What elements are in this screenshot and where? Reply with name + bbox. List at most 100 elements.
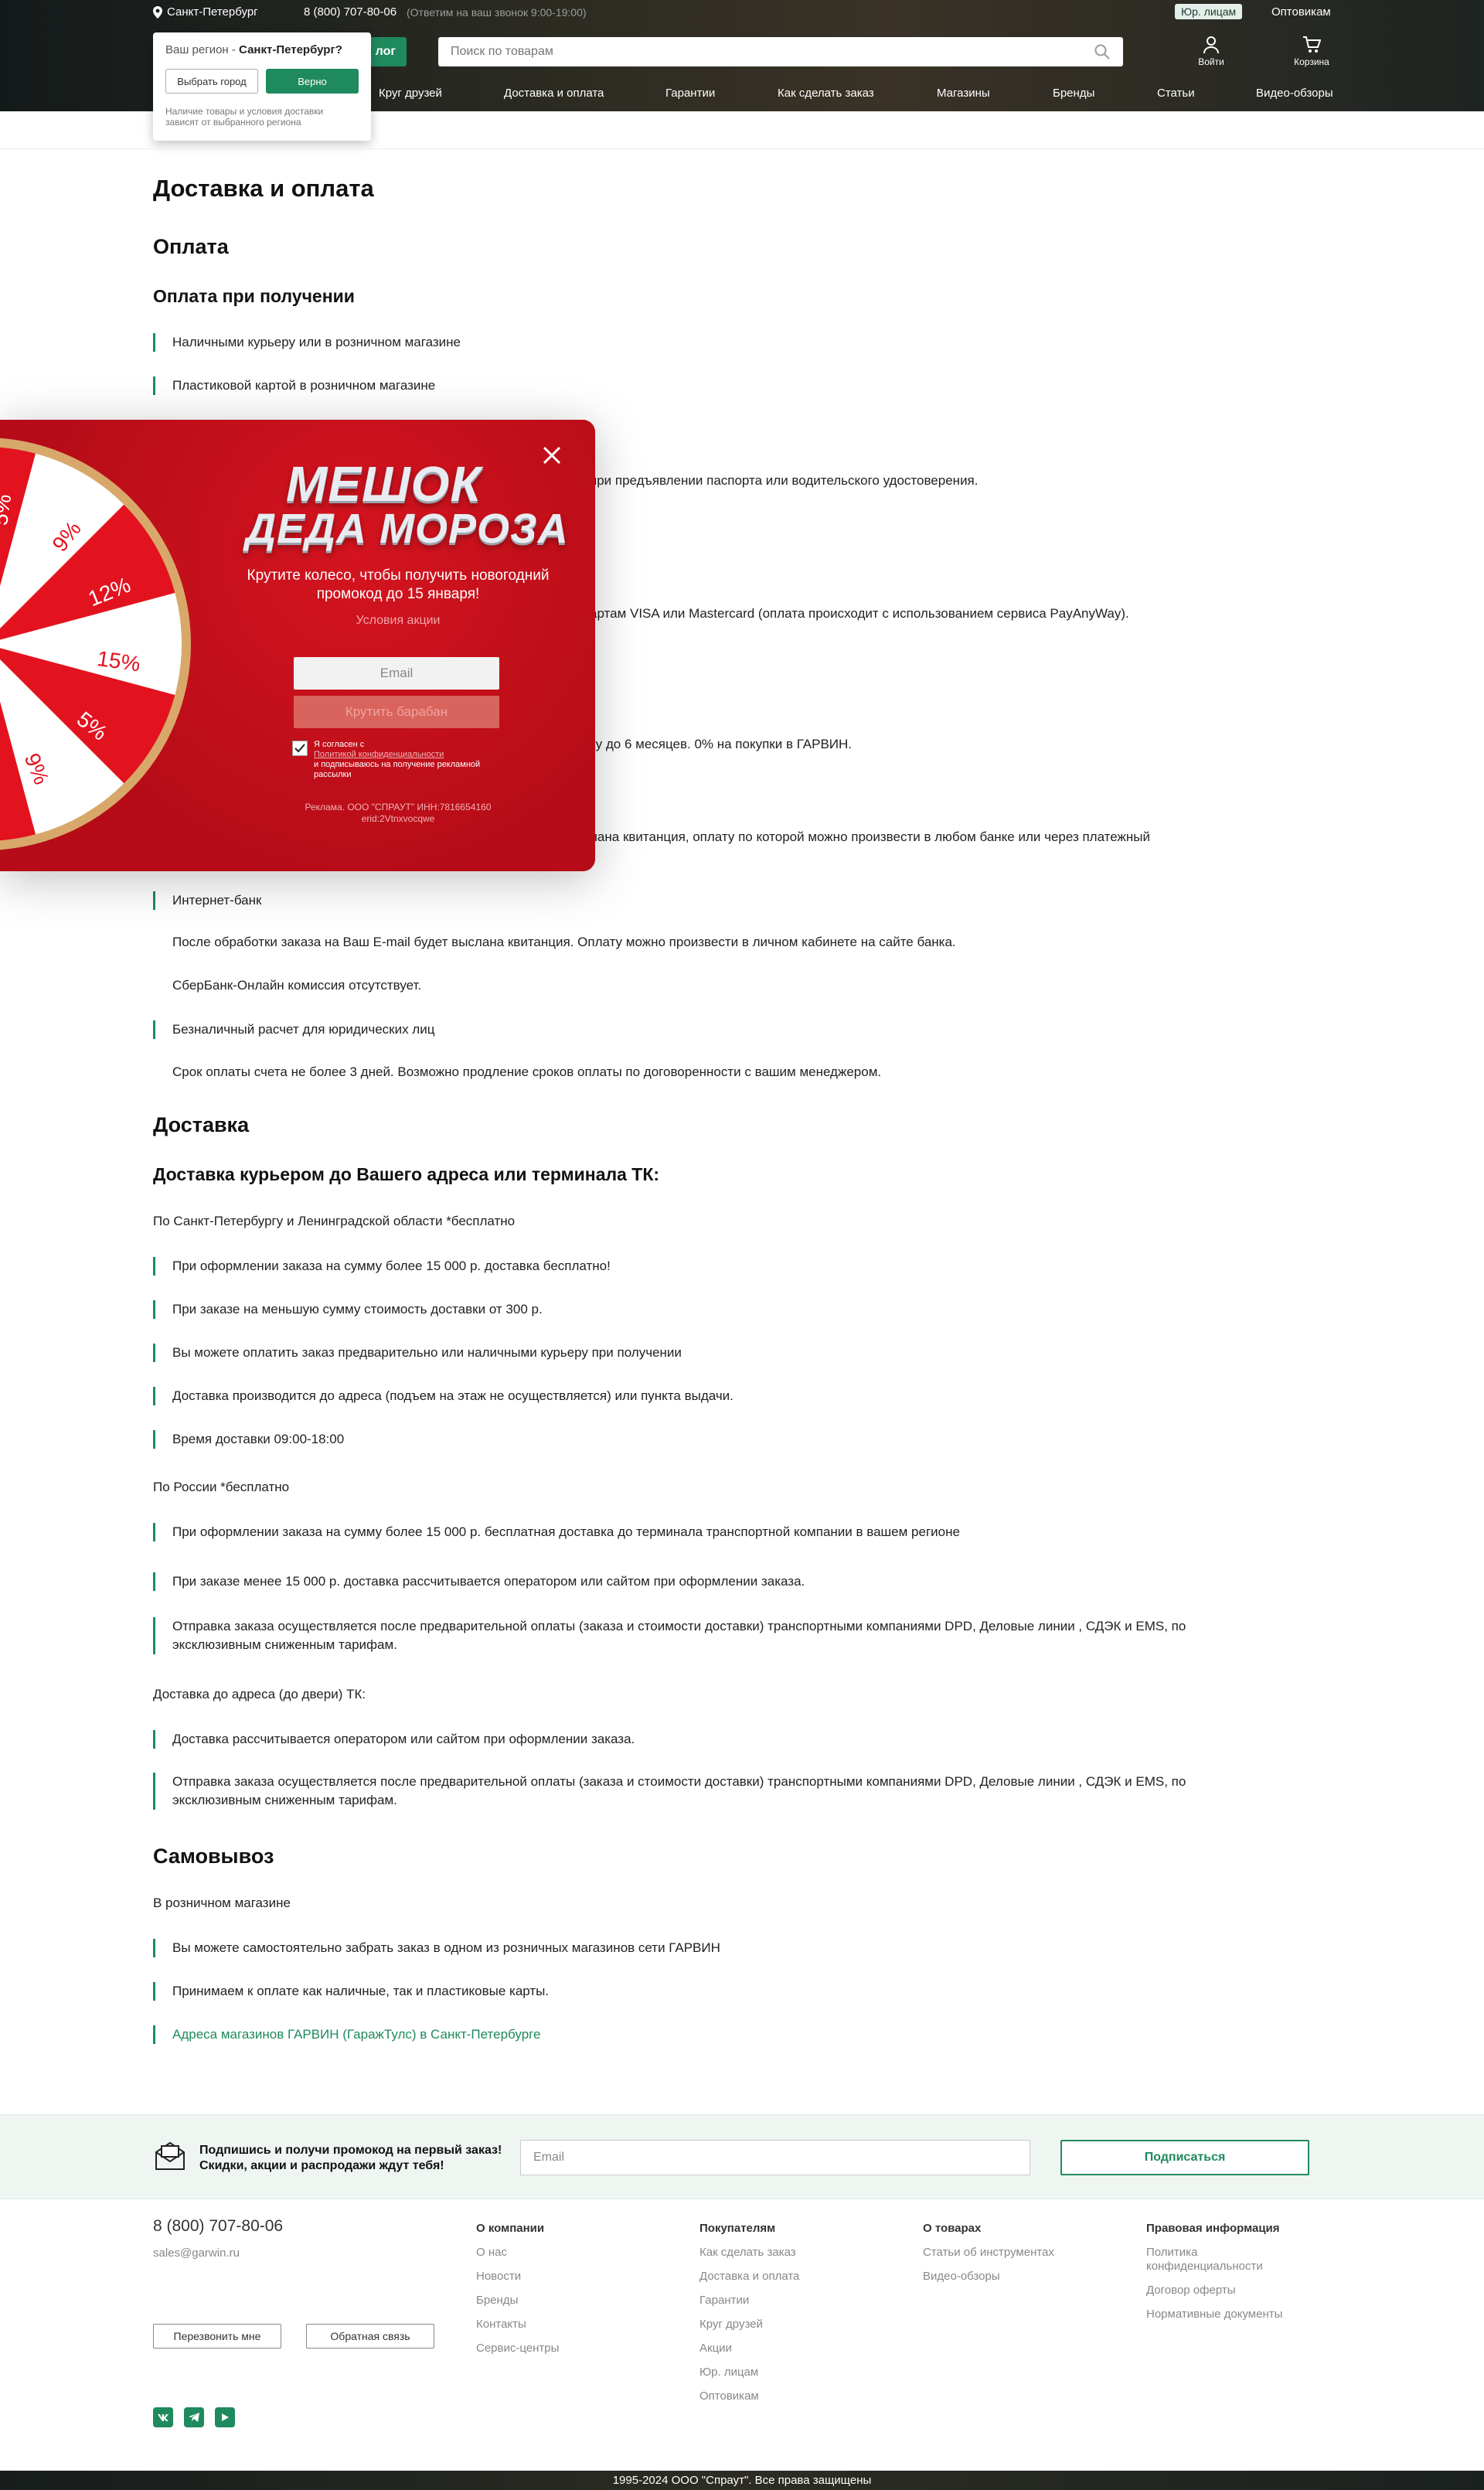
partial-text: ку до 6 месяцев. 0% на покупки в ГАРВИН. <box>590 737 853 751</box>
cart-label: Корзина <box>1294 56 1329 67</box>
footer-link[interactable]: Гарантии <box>699 2294 870 2308</box>
close-icon[interactable] <box>541 445 563 466</box>
footer-link[interactable]: Контакты <box>476 2318 631 2332</box>
location-pin-icon <box>153 5 162 19</box>
cashless-text: Срок оплаты счета не более 3 дней. Возмо… <box>172 1064 882 1079</box>
region-question: Ваш регион - Санкт-Петербург? <box>165 43 342 56</box>
delivery-heading: Доставка <box>153 1113 250 1136</box>
region-selector[interactable]: Санкт-Петербург <box>153 5 258 19</box>
search-input[interactable] <box>451 45 1094 59</box>
footer-col-legal: Правовая информация Политика конфиденциа… <box>1146 2222 1301 2332</box>
header-divider <box>0 148 1484 149</box>
copyright-bar: 1995-2024 ООО "Спраут". Все права защище… <box>0 2471 1484 2490</box>
region-note: Наличие товары и условия доставки завися… <box>165 106 324 128</box>
footer-col-buyers: Покупателям Как сделать заказ Доставка и… <box>699 2222 870 2413</box>
nav-item-delivery[interactable]: Доставка и оплата <box>504 87 604 100</box>
consent-checkbox[interactable] <box>292 741 308 756</box>
telegram-icon[interactable] <box>184 2407 204 2427</box>
footer-link[interactable]: Новости <box>476 2270 631 2284</box>
nav-item-warranty[interactable]: Гарантии <box>665 87 715 100</box>
user-icon <box>1203 36 1219 54</box>
list-item: Вы можете самостоятельно забрать заказ в… <box>153 1939 720 1957</box>
footer-link[interactable]: Бренды <box>476 2294 631 2308</box>
list-item: При оформлении заказа на сумму более 15 … <box>153 1257 611 1276</box>
spin-button[interactable]: Крутить барабан <box>294 696 499 728</box>
checkmark-icon <box>294 744 305 753</box>
cart-button[interactable]: Корзина <box>1285 36 1339 67</box>
subscribe-email-input[interactable]: Email <box>520 2140 1030 2175</box>
list-item: Отправка заказа осуществляется после пре… <box>153 1617 1235 1654</box>
list-item: При оформлении заказа на сумму более 15 … <box>153 1523 960 1541</box>
search-bar[interactable] <box>438 37 1123 66</box>
nav-item-video-reviews[interactable]: Видео-обзоры <box>1256 87 1333 100</box>
list-item: При заказе на меньшую сумму стоимость до… <box>153 1300 543 1319</box>
top-bar: Санкт-Петербург 8 (800) 707-80-06 (Ответ… <box>0 0 1484 25</box>
footer-link[interactable]: Оптовикам <box>699 2390 870 2403</box>
wholesale-link[interactable]: Оптовикам <box>1271 5 1331 19</box>
payment-heading: Оплата <box>153 235 229 258</box>
subscribe-section: Подпишись и получи промокод на первый за… <box>0 2114 1484 2199</box>
promo-title-1: МЕШОК <box>286 456 482 512</box>
door-label: Доставка до адреса (до двери) ТК: <box>153 1687 366 1701</box>
promo-lead: Крутите колесо, чтобы получить новогодни… <box>247 567 550 602</box>
retail-label: В розничном магазине <box>153 1896 291 1910</box>
footer-link[interactable]: Как сделать заказ <box>699 2246 870 2260</box>
region-name: Санкт-Петербург <box>167 5 258 19</box>
login-button[interactable]: Войти <box>1184 36 1238 67</box>
partial-text: лана квитанция, оплату по которой можно … <box>590 829 1151 844</box>
nav-item-stores[interactable]: Магазины <box>937 87 990 100</box>
cart-icon <box>1303 36 1321 53</box>
nav-item-articles[interactable]: Статьи <box>1157 87 1195 100</box>
subscribe-button[interactable]: Подписаться <box>1060 2140 1309 2175</box>
confirm-city-button[interactable]: Верно <box>266 69 359 94</box>
consent-text: Я согласен с Политикой конфиденциальност… <box>314 740 499 780</box>
legal-entities-link[interactable]: Юр. лицам <box>1175 4 1243 19</box>
promo-terms-link[interactable]: Условия акции <box>232 614 564 628</box>
footer-link[interactable]: Акции <box>699 2342 870 2355</box>
nav-item-how-to-order[interactable]: Как сделать заказ <box>778 87 874 100</box>
russia-label: По России *бесплатно <box>153 1480 290 1494</box>
login-label: Войти <box>1198 56 1224 67</box>
spb-label: По Санкт-Петербургу и Ленинградской обла… <box>153 1214 516 1228</box>
promo-wheel-modal: 5% 9% 12% 15% 5% 9% МЕШОК ДЕДА МОРОЗА Крутите… <box>0 420 595 871</box>
footer-link[interactable]: Нормативные документы <box>1146 2308 1301 2321</box>
footer-link[interactable]: Круг друзей <box>699 2318 870 2332</box>
list-item: Доставка рассчитывается оператором или с… <box>153 1730 635 1749</box>
header-phone[interactable]: 8 (800) 707-80-06 <box>304 5 397 19</box>
stores-link[interactable]: Адреса магазинов ГАРВИН (ГаражТулс) в Са… <box>153 2025 540 2044</box>
pickup-heading: Самовывоз <box>153 1845 274 1868</box>
feedback-button[interactable]: Обратная связь <box>306 2324 434 2349</box>
footer-link[interactable]: Статьи об инструментах <box>923 2246 1093 2260</box>
footer-link[interactable]: Сервис-центры <box>476 2342 631 2355</box>
footer-link[interactable]: Видео-обзоры <box>923 2270 1093 2284</box>
footer-link[interactable]: Юр. лицам <box>699 2366 870 2379</box>
partial-text: артам VISA или Mastercard (оплата происх… <box>590 606 1129 621</box>
footer-link[interactable]: Договор оферты <box>1146 2284 1301 2298</box>
callback-button[interactable]: Перезвонить мне <box>153 2324 281 2349</box>
promo-title-2: ДЕДА МОРОЗА <box>246 506 569 552</box>
list-item: Наличными курьеру или в розничном магази… <box>153 333 461 352</box>
vk-icon[interactable] <box>153 2407 173 2427</box>
choose-city-button[interactable]: Выбрать город <box>165 69 258 94</box>
search-icon[interactable] <box>1094 43 1111 60</box>
privacy-policy-link[interactable]: Политикой конфиденциальности <box>314 750 499 760</box>
list-item: Время доставки 09:00-18:00 <box>153 1430 344 1449</box>
nav-item-friends[interactable]: Круг друзей <box>379 87 442 100</box>
footer-link[interactable]: Доставка и оплата <box>699 2270 870 2284</box>
list-item: При заказе менее 15 000 р. доставка расс… <box>153 1572 805 1591</box>
ad-disclaimer: Реклама. ООО "СПРАУТ" ИНН:7816654160 eri… <box>305 802 492 824</box>
nav-item-brands[interactable]: Бренды <box>1053 87 1094 100</box>
footer-col-products: О товарах Статьи об инструментах Видео-о… <box>923 2222 1093 2294</box>
footer-phone[interactable]: 8 (800) 707-80-06 <box>153 2217 283 2236</box>
fortune-wheel[interactable]: 5%9%12%15%5%9% <box>0 420 232 871</box>
list-item: Доставка производится до адреса (подъем … <box>153 1387 733 1405</box>
promo-email-input[interactable]: Email <box>294 657 499 690</box>
footer-link[interactable]: Политика конфиденциальности <box>1146 2246 1301 2274</box>
footer-link[interactable]: О нас <box>476 2246 631 2260</box>
youtube-icon[interactable] <box>215 2407 235 2427</box>
footer-col-company: О компании О нас Новости Бренды Контакты… <box>476 2222 631 2366</box>
phone-hours: (Ответим на ваш звонок 9:00-19:00) <box>407 6 587 19</box>
region-confirm-popup: Ваш регион - Санкт-Петербург? Выбрать го… <box>153 32 371 141</box>
footer-email[interactable]: sales@garwin.ru <box>153 2246 240 2260</box>
subscribe-text: Подпишись и получи промокод на первый за… <box>199 2144 502 2172</box>
